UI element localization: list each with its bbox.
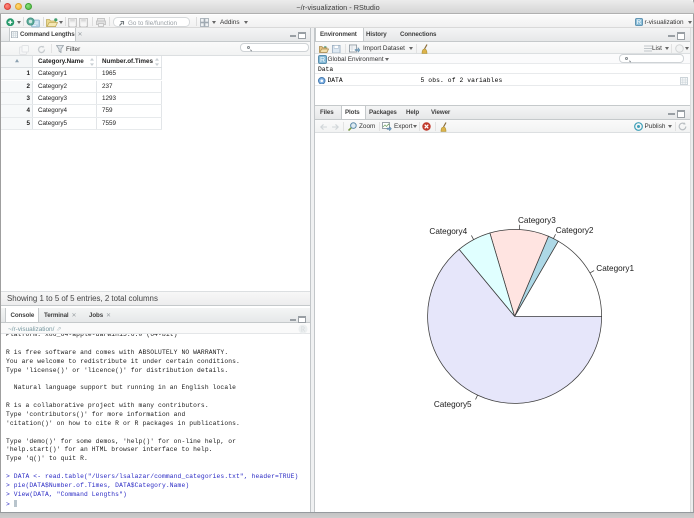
svg-text:Category4: Category4: [429, 227, 467, 236]
svg-text:R: R: [637, 19, 642, 26]
svg-text:Category5: Category5: [434, 400, 472, 409]
svg-text:R: R: [301, 326, 306, 333]
svg-text:Category3: Category3: [518, 216, 556, 225]
svg-text:Category1: Category1: [596, 264, 634, 273]
svg-text:Category2: Category2: [556, 226, 594, 235]
